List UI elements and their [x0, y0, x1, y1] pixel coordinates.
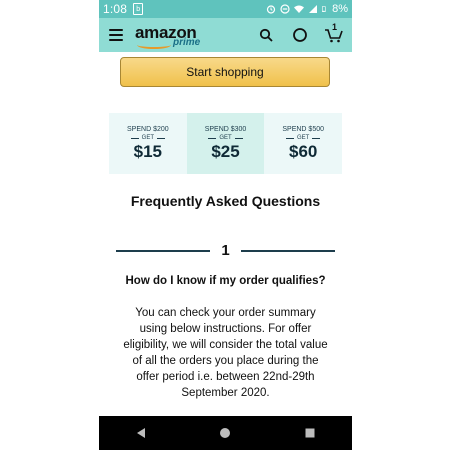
offer-get: GET: [286, 135, 321, 141]
app-bar: amazon prime 1: [99, 18, 352, 52]
back-icon[interactable]: [129, 421, 153, 445]
offer-tile: SPEND $200 GET $15: [109, 113, 187, 174]
offer-tiles: SPEND $200 GET $15 SPEND $300 GET $25 SP…: [109, 113, 343, 174]
divider-left: [116, 250, 210, 252]
home-icon[interactable]: [213, 421, 237, 445]
status-time: 1:08: [103, 2, 128, 16]
logo-sub: prime: [173, 37, 201, 48]
offer-amount: $60: [288, 142, 318, 161]
offer-amount: $15: [133, 142, 163, 161]
offer-spend: SPEND $200: [127, 126, 169, 133]
status-bar: 1:08 b 8%: [99, 0, 352, 18]
offer-spend: SPEND $300: [204, 126, 247, 133]
faq-question[interactable]: How do I know if my order qualifies?: [99, 275, 352, 287]
offer-get: GET: [208, 135, 243, 141]
recents-icon[interactable]: [298, 421, 322, 445]
faq-number: 1: [221, 242, 230, 259]
battery-percent: 8%: [332, 3, 348, 15]
phone-screen: 1:08 b 8% amazon prime 1 Start shopping …: [99, 0, 352, 450]
offer-amount: $25: [211, 142, 240, 161]
cart-icon[interactable]: 1: [324, 22, 344, 45]
status-icons: 8%: [266, 3, 348, 15]
android-nav-bar: [99, 416, 352, 450]
signal-icon: [309, 5, 318, 13]
logo-smile: [137, 41, 171, 49]
cart-count: 1: [332, 22, 338, 32]
faq-answer: You can check your order summary using b…: [123, 307, 328, 399]
battery-icon: [322, 6, 326, 12]
notification-icon: b: [133, 3, 144, 15]
offer-spend: SPEND $500: [282, 126, 324, 133]
wifi-icon: [294, 5, 305, 13]
menu-icon[interactable]: [109, 29, 123, 41]
faq-title: Frequently Asked Questions: [130, 193, 321, 209]
offer-get: GET: [130, 135, 165, 141]
divider-right: [241, 250, 335, 252]
alexa-icon[interactable]: [290, 25, 310, 45]
offer-tile: SPEND $500 GET $60: [264, 113, 343, 174]
offer-tile: SPEND $300 GET $25: [186, 113, 265, 174]
amazon-prime-logo[interactable]: amazon prime: [135, 21, 205, 49]
alarm-icon: [266, 5, 276, 14]
header-tools: 1: [256, 22, 344, 45]
dnd-icon: [280, 4, 290, 14]
start-shopping-button[interactable]: Start shopping: [120, 57, 330, 87]
search-icon[interactable]: [256, 25, 276, 45]
